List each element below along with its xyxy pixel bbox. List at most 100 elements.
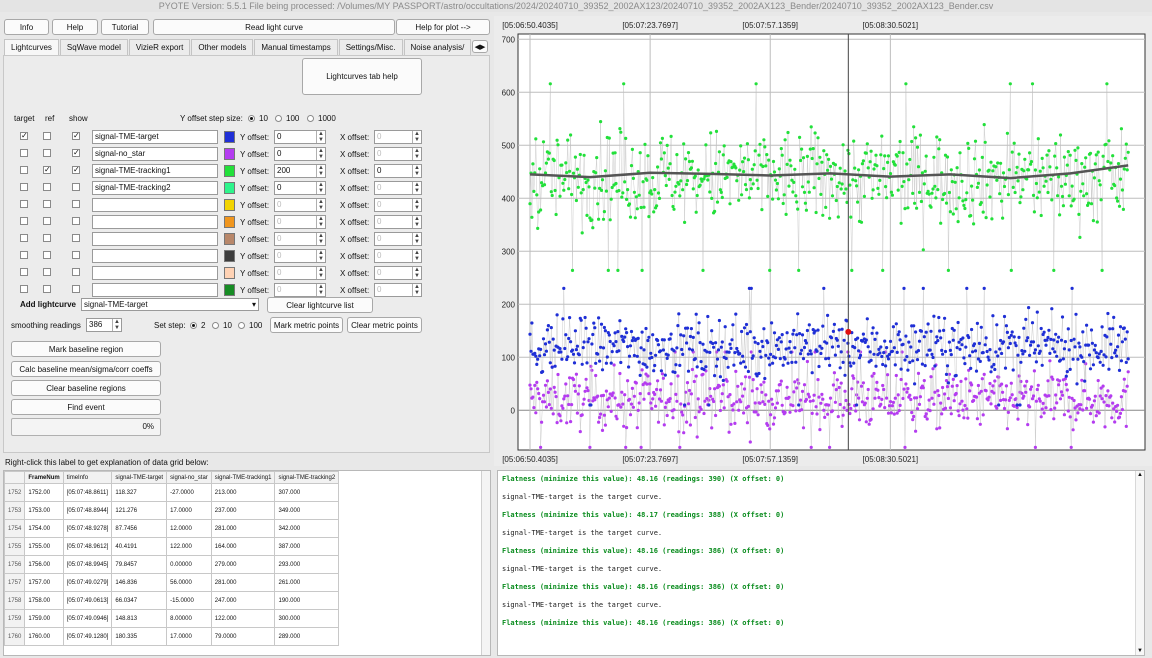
spin-arrows-icon[interactable]: ▲ ▼ bbox=[412, 148, 421, 160]
color-swatch[interactable] bbox=[224, 148, 235, 160]
y-offset-spinbox[interactable]: 0 ▲ ▼ bbox=[274, 215, 326, 229]
plot-panel[interactable]: 0 100 200 300 400 500 600 700 [05:06:50.4035] [05… bbox=[494, 16, 1152, 466]
clear-metric-points-button[interactable]: Clear metric points bbox=[347, 317, 422, 333]
row-header[interactable]: 1755 bbox=[4, 537, 26, 556]
lightcurves-tab-help-button[interactable]: Lightcurves tab help bbox=[302, 58, 422, 95]
x-offset-spinbox[interactable]: 0 ▲ ▼ bbox=[374, 266, 422, 280]
table-cell[interactable]: 349.000 bbox=[274, 501, 340, 520]
spin-arrows-icon[interactable]: ▲ ▼ bbox=[316, 233, 325, 245]
lightcurve-name-field[interactable]: signal-TME-tracking1 bbox=[92, 164, 218, 178]
target-checkbox[interactable] bbox=[20, 183, 28, 191]
table-cell[interactable]: 122.000 bbox=[210, 609, 276, 628]
tab-lightcurves[interactable]: Lightcurves bbox=[4, 39, 59, 55]
y-offset-spinbox[interactable]: 0 ▲ ▼ bbox=[274, 249, 326, 263]
table-cell[interactable]: 190.000 bbox=[274, 591, 340, 610]
table-cell[interactable]: 17.0000 bbox=[166, 627, 212, 646]
spin-arrows-icon[interactable]: ▲ ▼ bbox=[412, 216, 421, 228]
color-swatch[interactable] bbox=[224, 216, 235, 228]
show-checkbox[interactable]: ✓ bbox=[72, 149, 80, 157]
target-checkbox[interactable] bbox=[20, 200, 28, 208]
spin-arrows-icon[interactable]: ▲ ▼ bbox=[412, 199, 421, 211]
target-checkbox[interactable] bbox=[20, 268, 28, 276]
mark-metric-points-button[interactable]: Mark metric points bbox=[270, 317, 343, 333]
table-cell[interactable]: 281.000 bbox=[210, 573, 276, 592]
smoothing-stepper[interactable]: 386 ▲ ▼ bbox=[86, 318, 122, 332]
lightcurve-name-field[interactable]: signal-TME-target bbox=[92, 130, 218, 144]
table-cell[interactable]: 1755.00 bbox=[24, 537, 64, 556]
y-offset-spinbox[interactable]: 0 ▲ ▼ bbox=[274, 283, 326, 297]
ref-checkbox[interactable] bbox=[43, 132, 51, 140]
grid-column-header[interactable]: signal-no_star bbox=[166, 471, 212, 484]
clear-lightcurve-list-button[interactable]: Clear lightcurve list bbox=[267, 297, 373, 313]
table-cell[interactable]: 279.000 bbox=[210, 555, 276, 574]
scroll-down-icon[interactable]: ▼ bbox=[1136, 648, 1144, 654]
x-offset-spinbox[interactable]: 0 ▲ ▼ bbox=[374, 198, 422, 212]
ref-checkbox[interactable] bbox=[43, 183, 51, 191]
spin-arrows-icon[interactable]: ▲ ▼ bbox=[316, 199, 325, 211]
table-cell[interactable]: 66.0347 bbox=[111, 591, 168, 610]
table-row[interactable]: 1760 1760.00 [05:07:49.1280] 180.335 17.0000… bbox=[4, 627, 340, 646]
ref-checkbox[interactable] bbox=[43, 251, 51, 259]
table-cell[interactable]: 121.276 bbox=[111, 501, 168, 520]
target-checkbox[interactable] bbox=[20, 217, 28, 225]
table-cell[interactable]: 79.0000 bbox=[210, 627, 276, 646]
x-offset-spinbox[interactable]: 0 ▲ ▼ bbox=[374, 232, 422, 246]
add-lightcurve-select[interactable]: signal-TME-target ▾ bbox=[81, 298, 259, 311]
table-cell[interactable]: 213.000 bbox=[210, 483, 276, 502]
table-cell[interactable]: 342.000 bbox=[274, 519, 340, 538]
table-cell[interactable]: 247.000 bbox=[210, 591, 276, 610]
ref-checkbox[interactable] bbox=[43, 234, 51, 242]
color-swatch[interactable] bbox=[224, 250, 235, 262]
table-row[interactable]: 1759 1759.00 [05:07:49.0946] 148.813 8.00000… bbox=[4, 609, 340, 628]
color-swatch[interactable] bbox=[224, 284, 235, 296]
table-cell[interactable]: 40.4191 bbox=[111, 537, 168, 556]
target-checkbox[interactable]: ✓ bbox=[20, 132, 28, 140]
lightcurve-name-field[interactable] bbox=[92, 215, 218, 229]
table-row[interactable]: 1757 1757.00 [05:07:49.0279] 146.836 56.0000… bbox=[4, 573, 340, 592]
tab-sqwave-model[interactable]: SqWave model bbox=[59, 39, 128, 55]
y-offset-spinbox[interactable]: 0 ▲ ▼ bbox=[274, 147, 326, 161]
table-cell[interactable]: 289.000 bbox=[274, 627, 340, 646]
table-row[interactable]: 1752 1752.00 [05:07:48.8611] 118.327 -27.000… bbox=[4, 483, 340, 502]
x-offset-spinbox[interactable]: 0 ▲ ▼ bbox=[374, 164, 422, 178]
table-row[interactable]: 1753 1753.00 [05:07:48.8944] 121.276 17.0000… bbox=[4, 501, 340, 520]
ref-checkbox[interactable] bbox=[43, 268, 51, 276]
table-cell[interactable]: 293.000 bbox=[274, 555, 340, 574]
grid-column-header[interactable]: signal-TME-tracking1 bbox=[210, 471, 276, 484]
data-grid[interactable]: FrameNum timeInfo signal-TME-target signal-… bbox=[3, 470, 491, 656]
info-button[interactable]: Info bbox=[4, 19, 49, 35]
scroll-up-icon[interactable]: ▲ bbox=[1136, 472, 1144, 478]
table-cell[interactable]: 122.000 bbox=[166, 537, 212, 556]
show-checkbox[interactable] bbox=[72, 217, 80, 225]
target-checkbox[interactable] bbox=[20, 166, 28, 174]
y-offset-spinbox[interactable]: 0 ▲ ▼ bbox=[274, 181, 326, 195]
mark-baseline-region-button[interactable]: Mark baseline region bbox=[11, 341, 161, 357]
grid-column-header[interactable]: signal-TME-target bbox=[111, 471, 168, 484]
y-offset-spinbox[interactable]: 0 ▲ ▼ bbox=[274, 198, 326, 212]
color-swatch[interactable] bbox=[224, 131, 235, 143]
show-checkbox[interactable]: ✓ bbox=[72, 166, 80, 174]
x-offset-spinbox[interactable]: 0 ▲ ▼ bbox=[374, 181, 422, 195]
ref-checkbox[interactable] bbox=[43, 285, 51, 293]
clear-baseline-regions-button[interactable]: Clear baseline regions bbox=[11, 380, 161, 396]
y-offset-spinbox[interactable]: 0 ▲ ▼ bbox=[274, 130, 326, 144]
read-light-curve-button[interactable]: Read light curve bbox=[153, 19, 395, 35]
lightcurve-plot[interactable]: 0100200300400500600700[05:06:50.4035][05… bbox=[494, 16, 1152, 466]
table-cell[interactable]: 180.335 bbox=[111, 627, 168, 646]
table-cell[interactable]: 164.000 bbox=[210, 537, 276, 556]
tutorial-button[interactable]: Tutorial bbox=[101, 19, 149, 35]
x-offset-spinbox[interactable]: 0 ▲ ▼ bbox=[374, 215, 422, 229]
spin-arrows-icon[interactable]: ▲ ▼ bbox=[316, 267, 325, 279]
show-checkbox[interactable] bbox=[72, 200, 80, 208]
spin-arrows-icon[interactable]: ▲ ▼ bbox=[412, 182, 421, 194]
spin-arrows-icon[interactable]: ▲ ▼ bbox=[316, 131, 325, 143]
table-cell[interactable]: [05:07:49.0279] bbox=[62, 573, 113, 592]
table-row[interactable]: 1754 1754.00 [05:07:48.9278] 87.7456 12.0000… bbox=[4, 519, 340, 538]
table-cell[interactable]: 148.813 bbox=[111, 609, 168, 628]
row-header[interactable]: 1760 bbox=[4, 627, 26, 646]
table-cell[interactable]: 1756.00 bbox=[24, 555, 64, 574]
spin-arrows-icon[interactable]: ▲ ▼ bbox=[316, 284, 325, 296]
grid-hint-label[interactable]: Right-click this label to get explanatio… bbox=[5, 458, 209, 467]
lightcurve-name-field[interactable]: signal-TME-tracking2 bbox=[92, 181, 218, 195]
row-header[interactable]: 1753 bbox=[4, 501, 26, 520]
